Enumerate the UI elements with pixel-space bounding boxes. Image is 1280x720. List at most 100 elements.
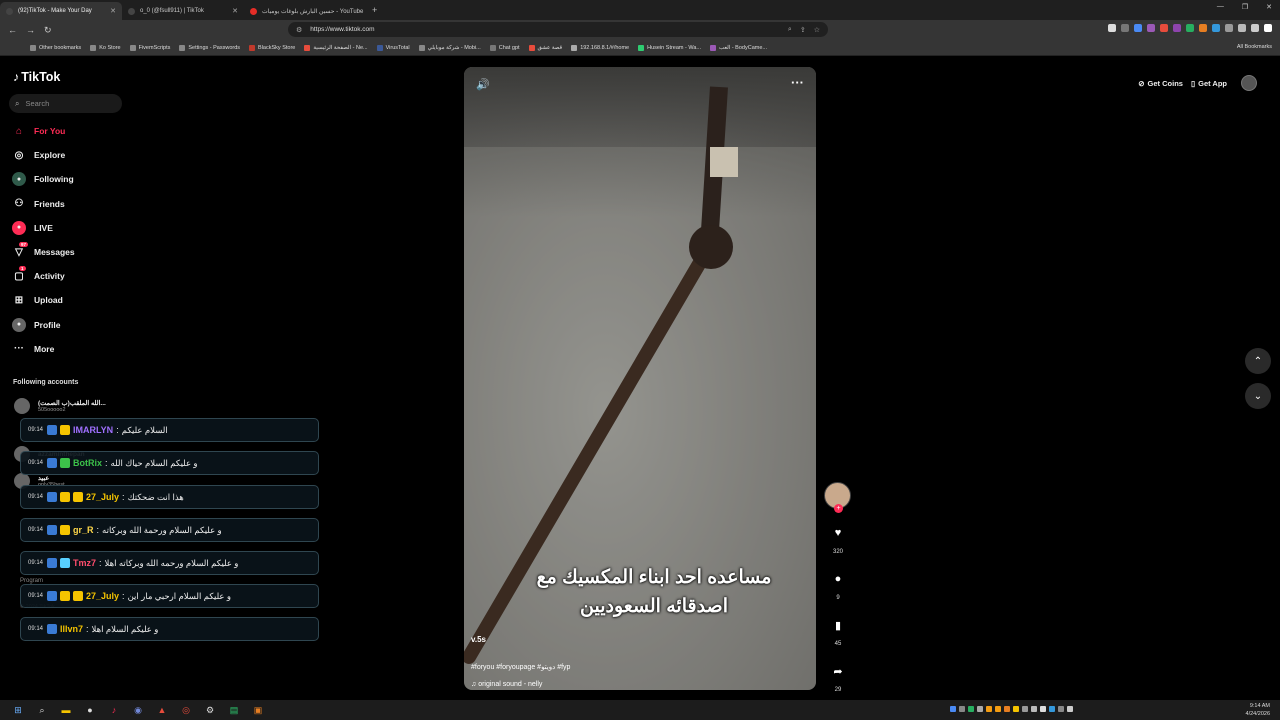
close-window-button[interactable]: ✕ xyxy=(1266,3,1272,11)
tray-icon[interactable] xyxy=(1067,706,1073,712)
search-input[interactable]: ⌕ Search xyxy=(9,94,122,113)
share-action[interactable]: ➦ 29 xyxy=(823,657,853,694)
extension-icon[interactable] xyxy=(1147,24,1155,32)
bookmark-item[interactable]: Settings - Passwords xyxy=(179,44,240,51)
video-username[interactable]: v.5s xyxy=(471,635,486,644)
chat-username[interactable]: 27_July xyxy=(86,492,119,502)
bookmark-item[interactable]: Other bookmarks xyxy=(30,44,81,51)
tray-icon[interactable] xyxy=(1058,706,1064,712)
app-icon[interactable]: ▤ xyxy=(228,704,240,716)
bookmark-icon[interactable]: ▮ xyxy=(824,611,852,639)
sidebar-item-friends[interactable]: ⚇ Friends xyxy=(12,192,75,216)
extension-icon[interactable] xyxy=(1225,24,1233,32)
sidebar-item-upload[interactable]: ⊞ Upload xyxy=(12,288,75,312)
close-tab-icon[interactable]: ✕ xyxy=(232,7,238,15)
sidebar-item-more[interactable]: ··· More xyxy=(12,337,75,361)
maximize-button[interactable]: ❐ xyxy=(1242,3,1248,11)
clock[interactable]: 9:14 AM 4/24/2026 xyxy=(1246,702,1270,718)
search-icon[interactable]: ⌕ xyxy=(36,704,48,716)
tray-icon[interactable] xyxy=(950,706,956,712)
volume-icon[interactable]: 🔊 xyxy=(476,78,490,91)
comment-icon[interactable]: ● xyxy=(824,565,852,593)
tray-icon[interactable] xyxy=(1004,706,1010,712)
tray-icon[interactable] xyxy=(1031,706,1037,712)
chat-username[interactable]: Tmz7 xyxy=(73,558,96,568)
bookmark-item[interactable]: 192.168.8.1/#/home xyxy=(571,44,629,51)
follow-plus-icon[interactable]: + xyxy=(834,504,843,513)
video-player[interactable]: 🔊 ··· مساعده احد ابناء المكسيك مع اصدقائ… xyxy=(464,67,816,690)
reload-icon[interactable]: ↻ xyxy=(44,25,54,36)
share-page-icon[interactable]: ⇪ xyxy=(800,26,806,34)
browser-tab-tiktok[interactable]: (92)TikTok - Make Your Day ✕ xyxy=(0,2,122,20)
bookmark-action[interactable]: ▮ 45 xyxy=(823,611,853,648)
next-video-button[interactable]: ⌄ xyxy=(1245,383,1271,409)
sidebar-item-activity[interactable]: ▢ 1 Activity xyxy=(12,264,75,288)
extension-icon[interactable] xyxy=(1251,24,1259,32)
sidebar-item-explore[interactable]: ◎ Explore xyxy=(12,143,75,167)
sidebar-item-profile[interactable]: ● Profile xyxy=(12,313,75,337)
chat-username[interactable]: lllvn7 xyxy=(60,624,83,634)
extension-icon[interactable] xyxy=(1108,24,1116,32)
back-icon[interactable]: ← xyxy=(8,25,18,35)
tray-icon[interactable] xyxy=(986,706,992,712)
share-icon[interactable]: ➦ xyxy=(824,657,852,685)
sidebar-item-live[interactable]: ● LIVE xyxy=(12,216,75,240)
forward-icon[interactable]: → xyxy=(26,25,36,35)
extension-icon[interactable] xyxy=(1199,24,1207,32)
bookmark-item[interactable]: العب - BodyCame... xyxy=(710,44,767,51)
video-sound[interactable]: ♫ original sound - nelly xyxy=(471,681,542,688)
file-explorer-icon[interactable]: ▬ xyxy=(60,704,72,716)
zoom-icon[interactable]: ⌕ xyxy=(788,26,792,34)
new-tab-button[interactable]: + xyxy=(372,5,377,15)
like-action[interactable]: ♥ 320 xyxy=(823,519,853,555)
bookmark-item[interactable]: قصة عشق xyxy=(528,44,562,51)
tray-icon[interactable] xyxy=(959,706,965,712)
chat-username[interactable]: BotRix xyxy=(73,458,102,468)
bookmark-item[interactable]: BlackSky Store xyxy=(249,44,295,51)
star-icon[interactable]: ☆ xyxy=(814,26,820,34)
get-app-button[interactable]: ▯ Get App xyxy=(1191,79,1227,88)
get-coins-button[interactable]: ⊘ Get Coins xyxy=(1138,79,1183,88)
extension-icon[interactable] xyxy=(1160,24,1168,32)
extension-icon[interactable] xyxy=(1134,24,1142,32)
user-avatar[interactable] xyxy=(1241,75,1257,91)
steam-icon[interactable]: ● xyxy=(84,704,96,716)
app-icon[interactable]: ▲ xyxy=(156,704,168,716)
tray-icon[interactable] xyxy=(1040,706,1046,712)
bookmark-item[interactable]: Chat gpt xyxy=(489,44,520,51)
tray-icon[interactable] xyxy=(995,706,1001,712)
bookmark-item[interactable]: VirusTotal xyxy=(376,44,410,51)
close-tab-icon[interactable]: ✕ xyxy=(110,7,116,15)
extension-icon[interactable] xyxy=(1212,24,1220,32)
heart-icon[interactable]: ♥ xyxy=(824,519,852,547)
sidebar-item-messages[interactable]: ▽ 97 Messages xyxy=(12,240,75,264)
browser-tab-profile[interactable]: o_0 (@fsull911) | TikTok ✕ xyxy=(122,2,244,20)
sidebar-item-following[interactable]: ● Following xyxy=(12,167,75,191)
site-info-icon[interactable]: ⚙ xyxy=(296,26,302,34)
all-bookmarks-button[interactable]: All Bookmarks xyxy=(1237,44,1272,50)
extension-icon[interactable] xyxy=(1121,24,1129,32)
bookmark-item[interactable]: شركة موبايلي - Mobi... xyxy=(418,44,481,51)
profile-icon[interactable] xyxy=(1264,24,1272,32)
browser-tab-youtube[interactable]: حسين البارش بلوغات يوميات - YouTube xyxy=(244,2,366,20)
extension-icon[interactable] xyxy=(1186,24,1194,32)
bookmark-item[interactable]: الصفحة الرئيسية - Ne... xyxy=(304,44,368,51)
discord-icon[interactable]: ◉ xyxy=(132,704,144,716)
previous-video-button[interactable]: ⌃ xyxy=(1245,348,1271,374)
tray-icon[interactable] xyxy=(1049,706,1055,712)
video-hashtags[interactable]: #foryou #foryoupage #دويتو #fyp xyxy=(471,663,570,671)
following-account[interactable]: الله الملقب(ب الصمت)... 505ooooo2 xyxy=(14,398,106,414)
tiktok-logo[interactable]: ♪ TikTok xyxy=(13,70,60,84)
tray-icon[interactable] xyxy=(1013,706,1019,712)
creator-avatar[interactable]: + xyxy=(824,482,851,513)
browser-icon[interactable]: ◎ xyxy=(180,704,192,716)
bookmark-item[interactable]: FivemScripts xyxy=(129,44,170,51)
video-menu-icon[interactable]: ··· xyxy=(791,75,804,90)
minimize-button[interactable]: — xyxy=(1217,3,1224,11)
bookmark-item[interactable]: Husein Stream - Wa... xyxy=(638,44,701,51)
settings-icon[interactable]: ⚙ xyxy=(204,704,216,716)
extension-icon[interactable] xyxy=(1238,24,1246,32)
chat-username[interactable]: 27_July xyxy=(86,591,119,601)
windows-start-icon[interactable]: ⊞ xyxy=(12,704,24,716)
tray-icon[interactable] xyxy=(968,706,974,712)
